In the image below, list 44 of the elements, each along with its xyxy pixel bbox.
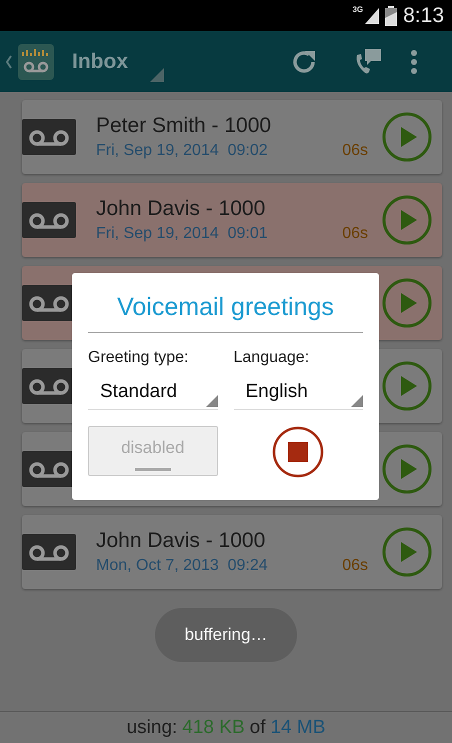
dropdown-field[interactable]: English [234, 375, 363, 410]
menu-icon[interactable] [410, 48, 418, 74]
caller-name: John Davis - 1000 [96, 197, 266, 221]
message-duration: 06s [342, 557, 368, 575]
battery-icon [385, 6, 398, 26]
phone-message-icon[interactable] [354, 48, 382, 76]
message-date: Mon, Oct 7, 2013 09:24 [96, 557, 269, 575]
of-label: of [250, 716, 266, 738]
message-duration: 06s [342, 142, 368, 160]
voicemail-icon [22, 534, 76, 570]
button-indicator-bar [134, 468, 171, 471]
used-size: 418 KB [182, 716, 245, 738]
field-label: Greeting type: [88, 349, 190, 367]
caller-name: Peter Smith - 1000 [96, 114, 272, 138]
dropdown-corner-icon[interactable] [351, 395, 363, 407]
message-card[interactable]: John Davis - 1000 Mon, Oct 7, 2013 09:24 06s [22, 515, 442, 589]
caller-name: John Davis - 1000 [96, 529, 266, 553]
play-button[interactable] [382, 444, 432, 494]
network-type: 3G [352, 5, 364, 14]
play-button[interactable] [382, 195, 432, 245]
message-card[interactable]: John Davis - 1000 Fri, Sep 19, 2014 09:01 06s [22, 183, 442, 257]
play-button[interactable] [382, 361, 432, 411]
play-button[interactable] [382, 112, 432, 162]
message-duration: 06s [342, 225, 368, 243]
screen-title[interactable]: Inbox [72, 50, 128, 74]
play-button[interactable] [382, 527, 432, 577]
signal-icon [365, 8, 380, 24]
usage-label: using: [126, 716, 178, 738]
dropdown-corner-icon[interactable] [206, 395, 218, 407]
message-date: Fri, Sep 19, 2014 09:01 [96, 225, 269, 243]
play-button[interactable] [382, 278, 432, 328]
total-size: 14 MB [270, 716, 326, 738]
voicemail-icon [22, 119, 76, 155]
message-date: Fri, Sep 19, 2014 09:02 [96, 142, 269, 160]
field-label: Language: [234, 349, 310, 367]
dropdown-field[interactable]: Standard [88, 375, 218, 410]
stop-button[interactable] [272, 426, 324, 478]
buffering-toast: buffering… [155, 608, 297, 662]
clock: 8:13 [403, 4, 444, 28]
dialog-title: Voicemail greetings [88, 273, 363, 333]
app-logo-icon[interactable] [6, 42, 54, 82]
message-card[interactable]: Peter Smith - 1000 Fri, Sep 19, 2014 09:02 06s [22, 100, 442, 174]
dropdown-icon[interactable] [150, 68, 164, 82]
voicemail-icon [22, 202, 76, 238]
